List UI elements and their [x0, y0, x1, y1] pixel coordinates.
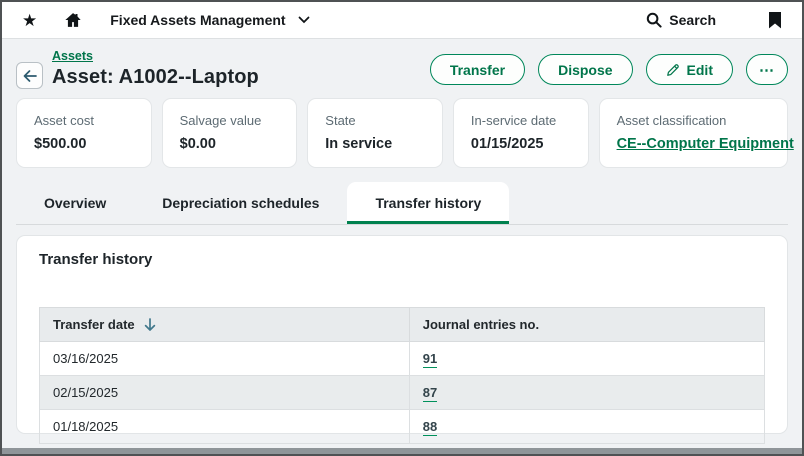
column-header-transfer-date[interactable]: Transfer date [40, 308, 410, 342]
table-header-row: Transfer date Journal entries no. [40, 308, 765, 342]
card-value: In service [325, 136, 425, 152]
card-label: In-service date [471, 113, 571, 128]
more-actions-button[interactable]: ⋯ [746, 54, 788, 85]
table-row: 02/15/2025 87 [40, 376, 765, 410]
transfer-history-panel: Transfer history Transfer date Journal e… [16, 235, 788, 434]
tab-depreciation-schedules[interactable]: Depreciation schedules [134, 182, 347, 224]
journal-entry-link[interactable]: 87 [423, 385, 437, 402]
sort-descending-icon [144, 318, 156, 332]
search-label: Search [669, 12, 716, 28]
card-label: Salvage value [180, 113, 280, 128]
transfer-date-cell: 01/18/2025 [40, 410, 410, 444]
column-header-journal-entries[interactable]: Journal entries no. [409, 308, 764, 342]
pencil-icon [666, 63, 680, 77]
search-button[interactable]: Search [646, 12, 716, 28]
tab-bar: Overview Depreciation schedules Transfer… [16, 182, 788, 225]
top-bar: ★ Fixed Assets Management Search [2, 2, 802, 39]
app-window: ★ Fixed Assets Management Search Assets [0, 0, 804, 456]
app-switcher[interactable]: Fixed Assets Management [110, 12, 309, 28]
transfer-history-table: Transfer date Journal entries no. 03/16/… [39, 307, 765, 444]
bookmark-icon[interactable] [768, 12, 782, 29]
journal-entry-link[interactable]: 88 [423, 419, 437, 436]
dispose-button[interactable]: Dispose [538, 54, 632, 85]
transfer-button[interactable]: Transfer [430, 54, 525, 85]
back-button[interactable] [16, 62, 43, 89]
card-state: State In service [307, 98, 443, 168]
search-icon [646, 12, 662, 28]
card-value: $0.00 [180, 136, 280, 152]
card-in-service-date: In-service date 01/15/2025 [453, 98, 589, 168]
page-header: Assets Asset: A1002--Laptop Transfer Dis… [16, 48, 788, 89]
table-row: 01/18/2025 88 [40, 410, 765, 444]
transfer-date-cell: 02/15/2025 [40, 376, 410, 410]
table-row: 03/16/2025 91 [40, 342, 765, 376]
page-content: Assets Asset: A1002--Laptop Transfer Dis… [2, 39, 802, 434]
card-value: $500.00 [34, 136, 134, 152]
favorites-star-icon[interactable]: ★ [22, 12, 37, 29]
card-asset-classification: Asset classification CE--Computer Equipm… [599, 98, 788, 168]
edit-button-label: Edit [687, 62, 713, 78]
page-title: Asset: A1002--Laptop [52, 66, 259, 89]
edit-button[interactable]: Edit [646, 54, 733, 85]
transfer-date-cell: 03/16/2025 [40, 342, 410, 376]
app-title: Fixed Assets Management [110, 12, 285, 28]
card-value: 01/15/2025 [471, 136, 571, 152]
horizontal-scrollbar[interactable] [2, 448, 802, 454]
arrow-left-icon [23, 70, 37, 82]
journal-entry-link[interactable]: 91 [423, 351, 437, 368]
home-icon[interactable] [64, 11, 82, 29]
tab-overview[interactable]: Overview [16, 182, 134, 224]
panel-title: Transfer history [39, 251, 765, 268]
card-label: Asset classification [617, 113, 770, 128]
breadcrumb-assets-link[interactable]: Assets [52, 49, 93, 63]
asset-classification-link[interactable]: CE--Computer Equipment [617, 136, 770, 152]
card-label: Asset cost [34, 113, 134, 128]
tab-transfer-history[interactable]: Transfer history [347, 182, 509, 224]
card-asset-cost: Asset cost $500.00 [16, 98, 152, 168]
ellipsis-icon: ⋯ [759, 61, 775, 79]
card-salvage-value: Salvage value $0.00 [162, 98, 298, 168]
card-label: State [325, 113, 425, 128]
chevron-down-icon [298, 16, 310, 24]
summary-cards: Asset cost $500.00 Salvage value $0.00 S… [16, 98, 788, 168]
